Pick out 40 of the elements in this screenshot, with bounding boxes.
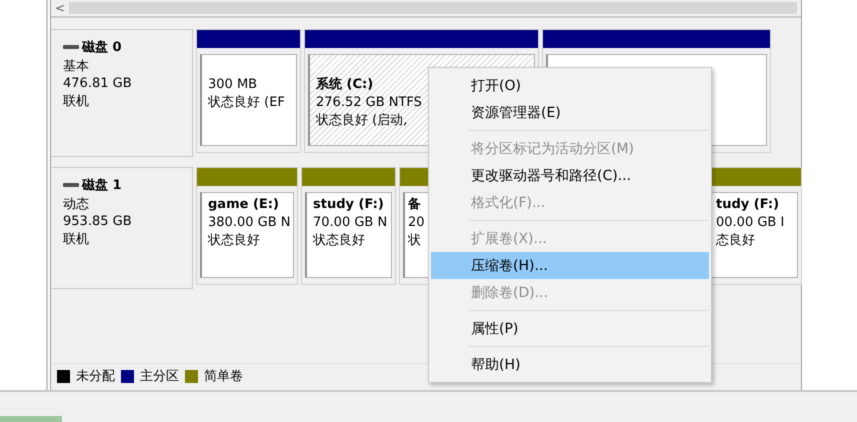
- disk-state: 联机: [63, 231, 90, 248]
- partition-label: 备: [408, 197, 421, 214]
- partition-size: 276.52 GB NTFS: [316, 94, 422, 112]
- disk-name: 磁盘 1: [82, 177, 122, 194]
- menu-item[interactable]: 帮助(H): [431, 351, 709, 378]
- partition-status: 状态良好 (启动,: [316, 112, 408, 130]
- partition-status: 状态良好: [208, 232, 260, 250]
- partition-block[interactable]: study (F:) 70.00 GB N 状态良好: [305, 192, 392, 278]
- partition-label: game (E:): [208, 197, 279, 214]
- disk-size: 953.85 GB: [63, 214, 133, 229]
- partition-label: study (F:): [313, 197, 384, 214]
- disk-label-panel[interactable]: 磁盘 0 基本 476.81 GB 联机: [51, 29, 193, 157]
- legend-label: 主分区: [140, 368, 179, 385]
- partition-block[interactable]: game (E:) 380.00 GB N 状态良好: [200, 192, 294, 278]
- menu-item[interactable]: 属性(P): [431, 315, 709, 342]
- legend-label: 未分配: [76, 368, 115, 385]
- partition-size: 380.00 GB N: [208, 214, 290, 232]
- disk-state: 联机: [63, 93, 90, 110]
- partition-size: 300 MB: [208, 77, 258, 94]
- taskbar-strip: [0, 416, 62, 422]
- legend-label: 简单卷: [204, 368, 243, 385]
- partition-size: 70.00 GB N: [313, 214, 388, 232]
- partition-block[interactable]: 300 MB 状态良好 (EF: [200, 54, 297, 146]
- disk-name: 磁盘 0: [82, 39, 122, 56]
- disk-type: 基本: [63, 58, 90, 75]
- disk-size: 476.81 GB: [63, 76, 133, 91]
- partition-status: 态良好: [716, 232, 755, 250]
- partition-label: tudy (F:): [716, 197, 780, 214]
- partition-size: 00.00 GB I: [716, 214, 784, 232]
- disk-type: 动态: [63, 196, 90, 213]
- menu-item[interactable]: 压缩卷(H)...: [431, 252, 709, 279]
- partition-label: 系统 (C:): [316, 77, 374, 94]
- disk-label-panel[interactable]: 磁盘 1 动态 953.85 GB 联机: [51, 167, 193, 289]
- scrollbar-thumb[interactable]: [69, 2, 797, 14]
- menu-item[interactable]: 更改驱动器号和路径(C)...: [431, 162, 709, 189]
- partition-status: 状: [408, 232, 421, 250]
- scroll-left-arrow[interactable]: <: [55, 1, 66, 15]
- partition-status: 状态良好 (EF: [208, 94, 285, 112]
- partition-size: 20: [408, 214, 425, 232]
- partition-status: 状态良好: [313, 232, 365, 250]
